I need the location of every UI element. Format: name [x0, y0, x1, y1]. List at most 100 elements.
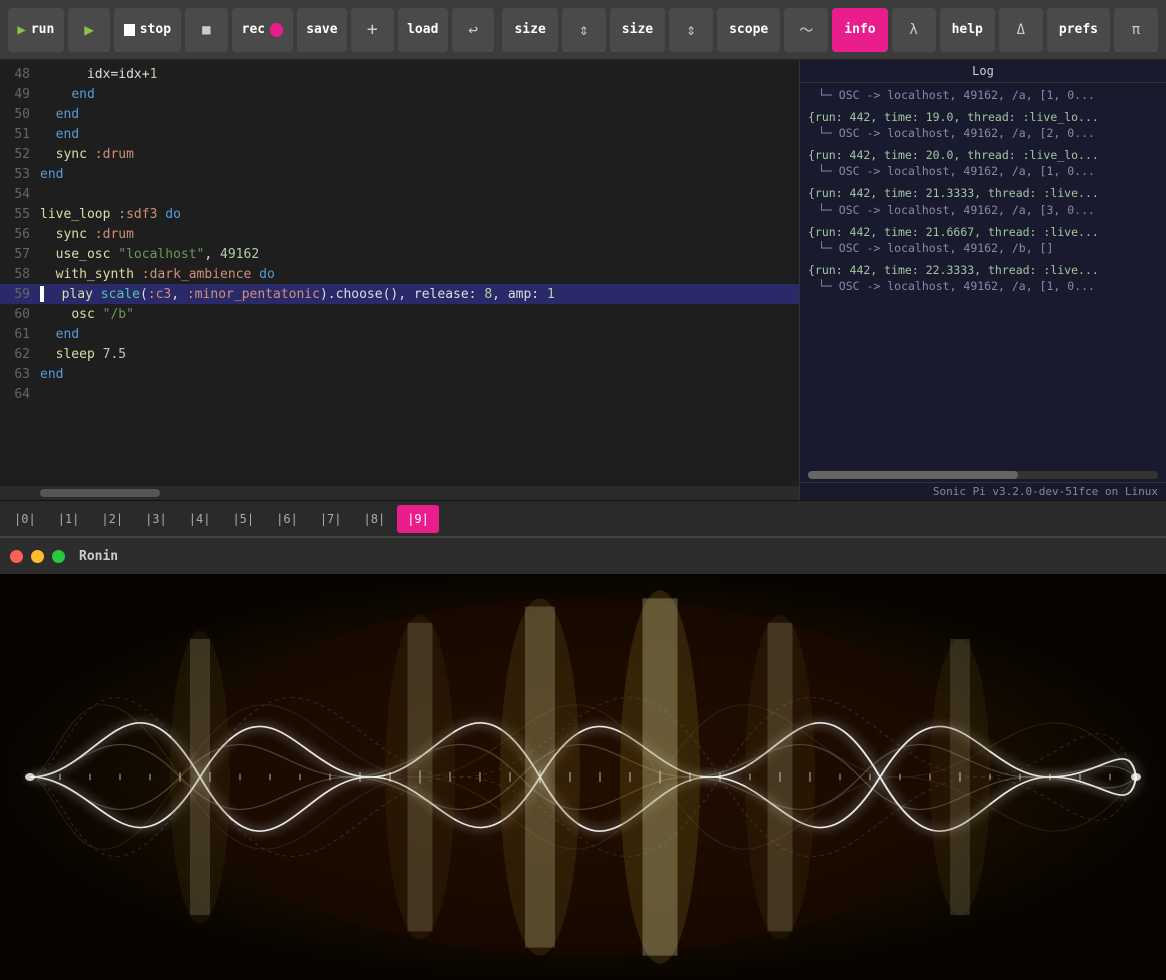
code-editor[interactable]: 48 idx=idx+1 49 end 50 end 51 end 52 — [0, 60, 800, 500]
help-label: help — [952, 22, 983, 37]
help-icon-button[interactable]: Δ — [999, 8, 1043, 52]
pi-icon: π — [1132, 22, 1140, 38]
log-line: └─ OSC -> localhost, 49162, /a, [2, 0... — [808, 125, 1158, 141]
scrollbar-track — [808, 471, 1158, 479]
size-arrows-button-1[interactable]: ⇕ — [562, 8, 606, 52]
stop-button[interactable]: stop — [114, 8, 181, 52]
tab-1[interactable]: |1| — [48, 505, 90, 533]
waveform-icon: 〜 — [799, 20, 813, 40]
code-line-57: 57 use_osc "localhost", 49162 — [0, 244, 799, 264]
tab-4[interactable]: |4| — [179, 505, 221, 533]
line-code: idx=idx+1 — [40, 67, 157, 82]
log-panel: Log └─ OSC -> localhost, 49162, /a, [1, … — [800, 60, 1166, 500]
code-line-54: 54 — [0, 184, 799, 204]
line-code: sync :drum — [40, 147, 134, 162]
editor-horizontal-scrollbar[interactable] — [0, 486, 799, 500]
delta-icon: Δ — [1017, 22, 1025, 38]
size-button-1[interactable]: size — [502, 8, 557, 52]
run-button[interactable]: ▶ run — [8, 8, 64, 52]
scrollbar-thumb[interactable] — [40, 489, 160, 497]
tab-7[interactable]: |7| — [310, 505, 352, 533]
tab-0[interactable]: |0| — [4, 505, 46, 533]
tab-bar: |0| |1| |2| |3| |4| |5| |6| |7| |8| |9| — [0, 500, 1166, 536]
line-number: 55 — [4, 207, 40, 222]
line-number: 61 — [4, 327, 40, 342]
code-line-50: 50 end — [0, 104, 799, 124]
line-number: 63 — [4, 367, 40, 382]
code-line-53: 53 end — [0, 164, 799, 184]
log-line: {run: 442, time: 21.6667, thread: :live.… — [808, 224, 1158, 240]
line-code: end — [40, 87, 95, 102]
stop-icon — [124, 24, 134, 36]
play-icon-button[interactable]: ▶ — [68, 8, 111, 52]
size-arrows-icon-2: ⇕ — [686, 20, 696, 39]
log-line: └─ OSC -> localhost, 49162, /a, [1, 0... — [808, 87, 1158, 103]
line-number: 54 — [4, 187, 40, 202]
load-button[interactable]: load — [398, 8, 448, 52]
info-button[interactable]: info — [832, 8, 887, 52]
status-text: Sonic Pi v3.2.0-dev-51fce on Linux — [933, 485, 1158, 498]
stop-square-button[interactable]: ■ — [185, 8, 228, 52]
line-number: 49 — [4, 87, 40, 102]
prefs-label: prefs — [1059, 22, 1098, 37]
rec-dot-icon — [270, 23, 283, 37]
line-code: sync :drum — [40, 227, 134, 242]
line-number: 62 — [4, 347, 40, 362]
rec-button[interactable]: rec — [232, 8, 293, 52]
help-button[interactable]: help — [940, 8, 995, 52]
log-line: {run: 442, time: 19.0, thread: :live_lo.… — [808, 109, 1158, 125]
line-number: 59 — [4, 287, 40, 302]
rec-label: rec — [242, 22, 265, 37]
scope-button[interactable]: scope — [717, 8, 780, 52]
tab-8[interactable]: |8| — [354, 505, 396, 533]
lambda-icon: λ — [909, 22, 917, 38]
log-entry-4: {run: 442, time: 21.6667, thread: :live.… — [808, 224, 1158, 256]
code-line-56: 56 sync :drum — [0, 224, 799, 244]
ronin-title: Ronin — [79, 549, 118, 564]
log-entry-5: {run: 442, time: 22.3333, thread: :live.… — [808, 262, 1158, 294]
log-entry-2: {run: 442, time: 20.0, thread: :live_lo.… — [808, 147, 1158, 179]
line-code: with_synth :dark_ambience do — [40, 267, 275, 282]
ronin-canvas — [0, 574, 1166, 980]
code-line-51: 51 end — [0, 124, 799, 144]
line-code: use_osc "localhost", 49162 — [40, 247, 259, 262]
log-line: {run: 442, time: 22.3333, thread: :live.… — [808, 262, 1158, 278]
size-button-2[interactable]: size — [610, 8, 665, 52]
line-number: 48 — [4, 67, 40, 82]
tab-9[interactable]: |9| — [397, 505, 439, 533]
line-code: live_loop :sdf3 do — [40, 207, 181, 222]
window-minimize-button[interactable] — [31, 550, 44, 563]
size-arrows-button-2[interactable]: ⇕ — [669, 8, 713, 52]
code-line-55: 55 live_loop :sdf3 do — [0, 204, 799, 224]
line-number: 50 — [4, 107, 40, 122]
prefs-icon-button[interactable]: π — [1114, 8, 1158, 52]
load-icon-button[interactable]: ↩ — [452, 8, 495, 52]
line-code: end — [40, 367, 63, 382]
scope-label: scope — [729, 22, 768, 37]
line-number: 56 — [4, 227, 40, 242]
save-button[interactable]: save — [297, 8, 347, 52]
window-maximize-button[interactable] — [52, 550, 65, 563]
line-code: end — [40, 327, 79, 342]
save-label: save — [306, 22, 337, 37]
code-line-58: 58 with_synth :dark_ambience do — [0, 264, 799, 284]
log-title: Log — [800, 60, 1166, 83]
size-arrows-icon-1: ⇕ — [579, 20, 589, 39]
tab-6[interactable]: |6| — [266, 505, 308, 533]
line-code: end — [40, 127, 79, 142]
scope-waveform-button[interactable]: 〜 — [784, 8, 828, 52]
log-horizontal-scrollbar[interactable] — [800, 468, 1166, 482]
scrollbar-thumb[interactable] — [808, 471, 1018, 479]
prefs-button[interactable]: prefs — [1047, 8, 1110, 52]
window-close-button[interactable] — [10, 550, 23, 563]
info-label: info — [844, 22, 875, 37]
tab-5[interactable]: |5| — [222, 505, 264, 533]
log-content: └─ OSC -> localhost, 49162, /a, [1, 0...… — [800, 83, 1166, 468]
tab-3[interactable]: |3| — [135, 505, 177, 533]
log-entry-3: {run: 442, time: 21.3333, thread: :live.… — [808, 185, 1158, 217]
waveform-visualization — [0, 574, 1166, 980]
lambda-button[interactable]: λ — [892, 8, 936, 52]
load-label: load — [407, 22, 438, 37]
add-button[interactable]: + — [351, 8, 394, 52]
tab-2[interactable]: |2| — [91, 505, 133, 533]
